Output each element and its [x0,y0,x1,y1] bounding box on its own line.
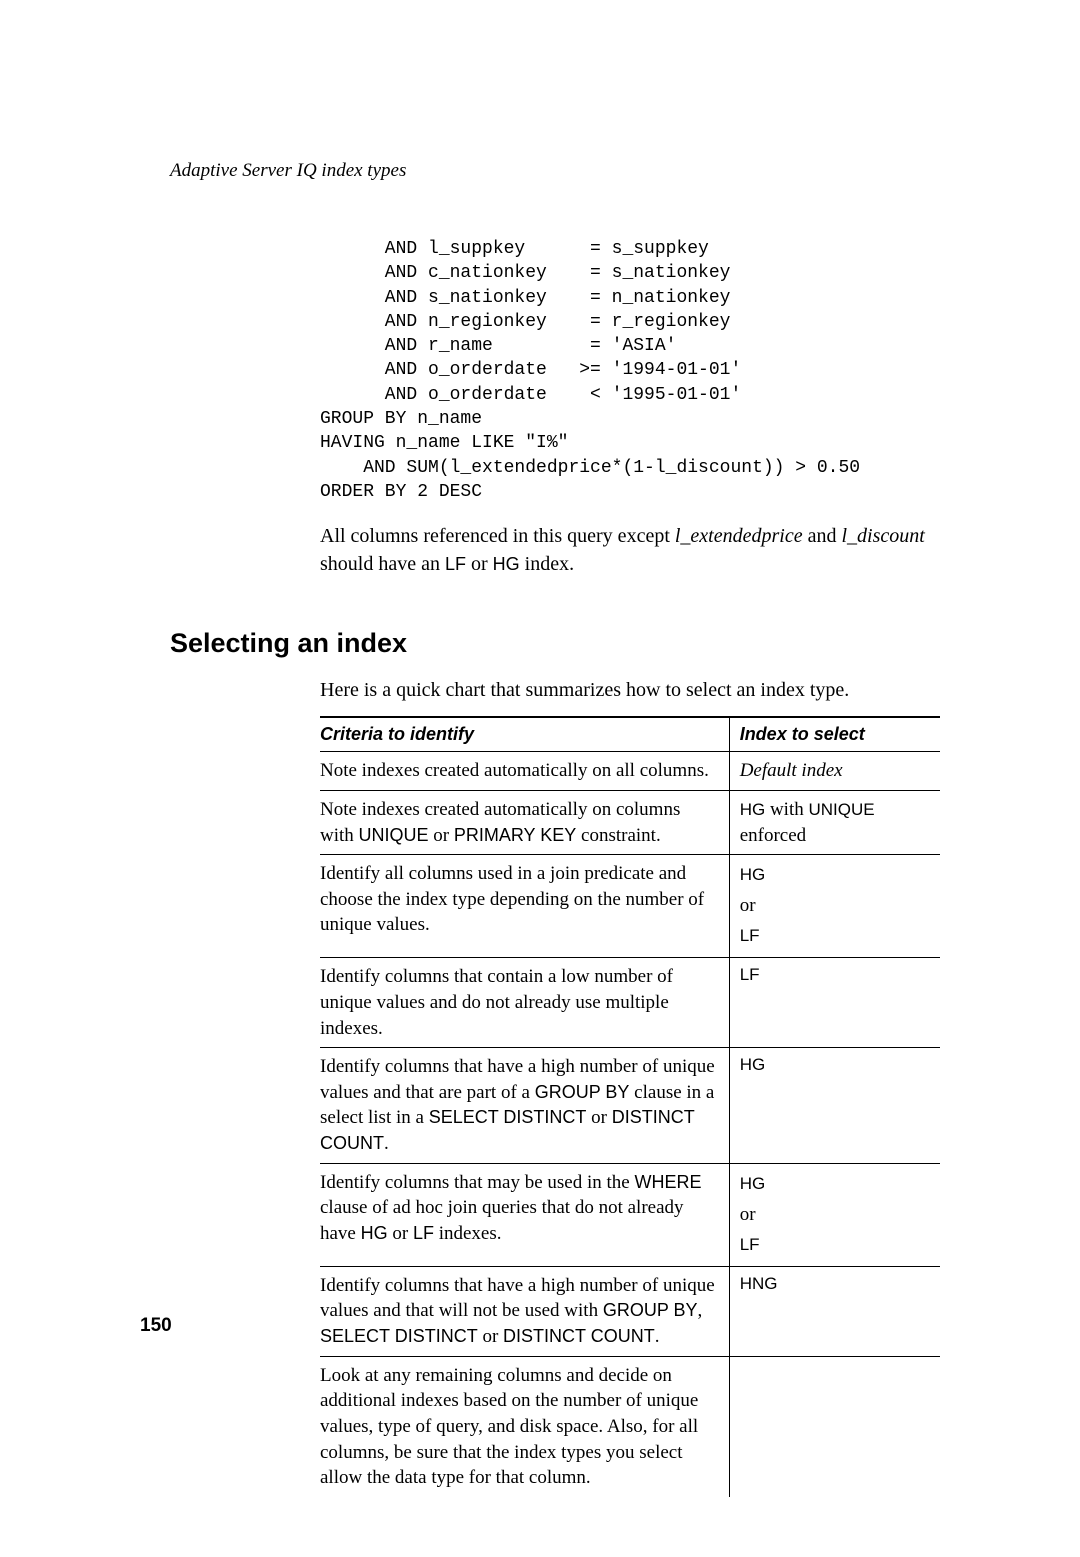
table-row: Look at any remaining columns and decide… [320,1356,940,1497]
table-row: Identify columns that contain a low numb… [320,958,940,1048]
sql-code-block: AND l_suppkey = s_suppkey AND c_nationke… [320,237,940,504]
index-cell: Default index [729,752,940,791]
criteria-cell: Identify columns that may be used in the… [320,1163,729,1266]
table-header-index: Index to select [729,717,940,752]
criteria-cell: Look at any remaining columns and decide… [320,1356,729,1497]
table-row: Identify columns that have a high number… [320,1048,940,1164]
index-cell: HGorLF [729,1163,940,1266]
index-cell: LF [729,958,940,1048]
index-selection-table: Criteria to identify Index to select Not… [320,716,940,1497]
index-cell: HG with UNIQUEenforced [729,790,940,854]
index-cell: HNG [729,1266,940,1356]
table-header-criteria: Criteria to identify [320,717,729,752]
criteria-cell: Identify all columns used in a join pred… [320,855,729,958]
criteria-cell: Identify columns that have a high number… [320,1048,729,1164]
intro-text: Here is a quick chart that summarizes ho… [320,679,940,702]
criteria-cell: Note indexes created automatically on al… [320,752,729,791]
index-cell: HG [729,1048,940,1164]
table-row: Note indexes created automatically on al… [320,752,940,791]
table-row: Identify columns that may be used in the… [320,1163,940,1266]
section-heading: Selecting an index [170,628,940,659]
table-row: Note indexes created automatically on co… [320,790,940,854]
table-row: Identify columns that have a high number… [320,1266,940,1356]
criteria-cell: Identify columns that contain a low numb… [320,958,729,1048]
index-cell: HGorLF [729,855,940,958]
index-cell [729,1356,940,1497]
table-row: Identify all columns used in a join pred… [320,855,940,958]
page-number: 150 [140,1315,172,1337]
criteria-cell: Note indexes created automatically on co… [320,790,729,854]
criteria-cell: Identify columns that have a high number… [320,1266,729,1356]
paragraph-below-code: All columns referenced in this query exc… [320,522,940,578]
page-header: Adaptive Server IQ index types [170,160,940,182]
